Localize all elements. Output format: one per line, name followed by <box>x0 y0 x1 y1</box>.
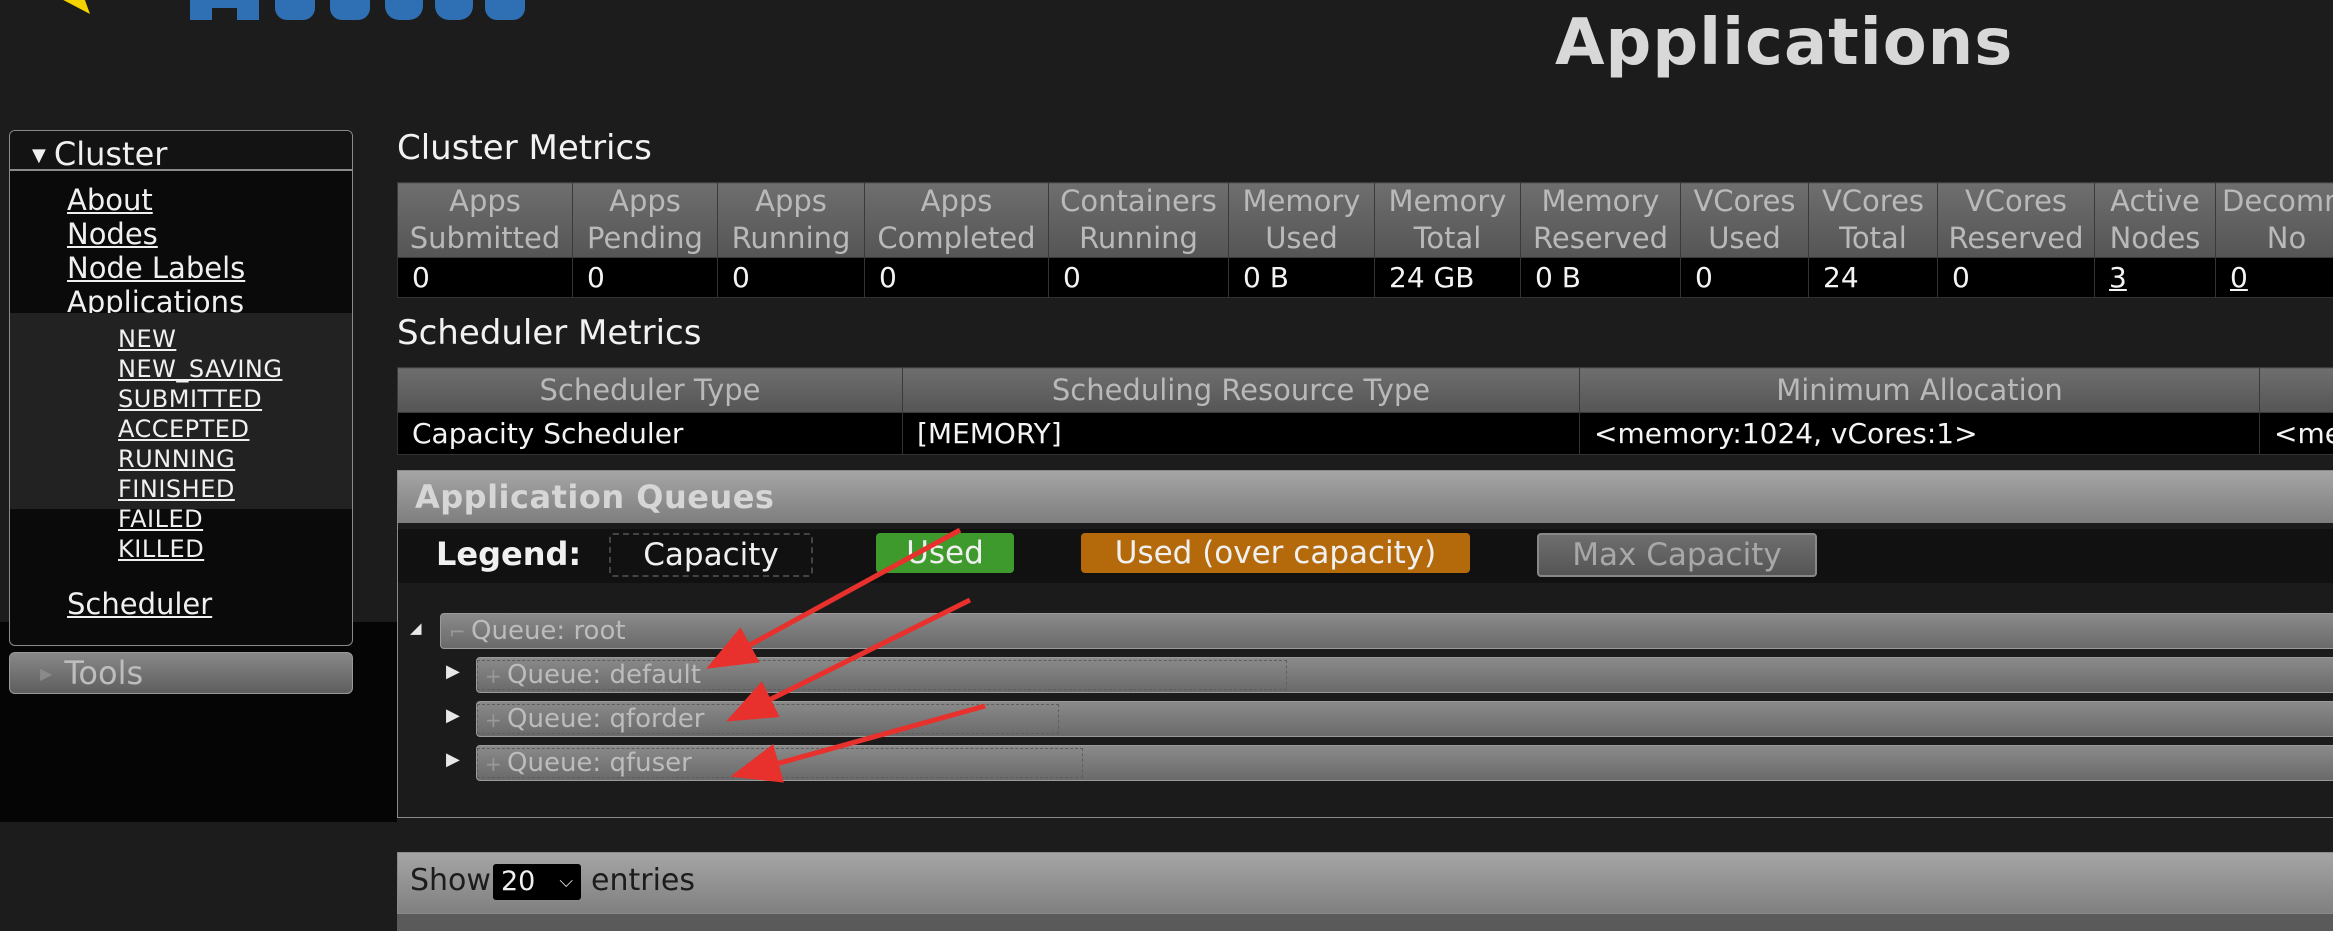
value-apps-running: 0 <box>717 257 865 298</box>
scheduler-metrics-table: Scheduler Type Scheduling Resource Type … <box>397 367 2333 455</box>
nav-link-about[interactable]: About <box>67 183 153 217</box>
hadoop-logo <box>63 0 525 20</box>
value-minimum-allocation: <memory:1024, vCores:1> <box>1579 412 2260 455</box>
entries-per-page-select[interactable]: 20 ⌵ <box>493 864 581 900</box>
col-header-vcores-total[interactable]: VCores Total <box>1808 182 1938 258</box>
queue-bar-default[interactable]: + Queue: default <box>476 657 2333 693</box>
col-header-apps-completed[interactable]: Apps Completed <box>864 182 1049 258</box>
triangle-right-icon: ▶ <box>40 664 53 683</box>
queue-bar-root[interactable]: ⌐ Queue: root <box>440 613 2333 649</box>
tools-nav-label: Tools <box>64 654 144 692</box>
queue-bar-qforder[interactable]: + Queue: qforder <box>476 701 2333 737</box>
triangle-down-icon: ▼ <box>32 145 46 166</box>
queue-row-qforder[interactable]: ▶ + Queue: qforder <box>398 701 2333 737</box>
value-decommissioned-nodes: 0 <box>2215 257 2333 298</box>
legend-capacity: Capacity <box>609 533 813 577</box>
scheduler-metrics-header-row: Scheduler Type Scheduling Resource Type … <box>397 367 2333 413</box>
value-containers-running: 0 <box>1048 257 1229 298</box>
col-header-scheduler-type[interactable]: Scheduler Type <box>397 367 903 413</box>
col-header-maximum-allocation[interactable] <box>2259 367 2333 413</box>
queue-row-qfuser[interactable]: ▶ + Queue: qfuser <box>398 745 2333 781</box>
value-scheduler-type: Capacity Scheduler <box>397 412 903 455</box>
value-memory-reserved: 0 B <box>1520 257 1681 298</box>
app-state-accepted[interactable]: ACCEPTED <box>118 415 249 443</box>
legend-over-capacity: Used (over capacity) <box>1081 533 1470 573</box>
cluster-metrics-title: Cluster Metrics <box>397 128 652 168</box>
application-queues-title: Application Queues <box>398 471 2333 523</box>
app-state-new[interactable]: NEW <box>118 325 176 353</box>
col-header-vcores-reserved[interactable]: VCores Reserved <box>1937 182 2095 258</box>
value-vcores-reserved: 0 <box>1937 257 2095 298</box>
nav-link-scheduler[interactable]: Scheduler <box>67 587 212 621</box>
entries-per-page-value: 20 <box>501 866 536 897</box>
legend-max-capacity: Max Capacity <box>1537 533 1817 577</box>
tree-collapsed-icon[interactable]: ▶ <box>446 749 460 770</box>
tools-nav-panel[interactable]: ▶ Tools <box>9 652 353 694</box>
col-header-apps-running[interactable]: Apps Running <box>717 182 865 258</box>
col-header-minimum-allocation[interactable]: Minimum Allocation <box>1579 367 2260 413</box>
queue-label-root: Queue: root <box>471 616 626 646</box>
app-state-finished[interactable]: FINISHED <box>118 475 235 503</box>
nav-link-nodes[interactable]: Nodes <box>67 217 158 251</box>
tree-collapsed-icon[interactable]: ▶ <box>446 661 460 682</box>
col-header-scheduling-resource-type[interactable]: Scheduling Resource Type <box>902 367 1580 413</box>
value-apps-pending: 0 <box>572 257 718 298</box>
queue-legend: Legend: Capacity Used Used (over capacit… <box>398 529 2333 583</box>
decommissioned-nodes-link[interactable]: 0 <box>2230 261 2248 294</box>
value-scheduling-resource-type: [MEMORY] <box>902 412 1580 455</box>
value-maximum-allocation: <me <box>2259 412 2333 455</box>
active-nodes-link[interactable]: 3 <box>2109 261 2127 294</box>
application-queues-panel: Application Queues Legend: Capacity Used… <box>397 470 2333 818</box>
entries-show-label: Show <box>410 863 491 898</box>
entries-toolbar: Show 20 ⌵ entries <box>397 852 2333 914</box>
cluster-metrics-header-row: Apps Submitted Apps Pending Apps Running Ap… <box>397 182 2333 258</box>
cluster-nav-header[interactable]: ▼ Cluster <box>10 131 352 173</box>
col-header-memory-used[interactable]: Memory Used <box>1228 182 1375 258</box>
value-memory-used: 0 B <box>1228 257 1375 298</box>
col-header-decommissioned-nodes[interactable]: DecommNo <box>2215 182 2333 258</box>
col-header-active-nodes[interactable]: Active Nodes <box>2094 182 2216 258</box>
tree-collapsed-icon[interactable]: ▶ <box>446 705 460 726</box>
scheduler-metrics-title: Scheduler Metrics <box>397 313 702 353</box>
app-state-killed[interactable]: KILLED <box>118 535 204 563</box>
app-state-failed[interactable]: FAILED <box>118 505 203 533</box>
value-vcores-used: 0 <box>1680 257 1809 298</box>
value-vcores-total: 24 <box>1808 257 1938 298</box>
queue-row-root[interactable]: ◢ ⌐ Queue: root <box>398 613 2333 649</box>
nav-link-node-labels[interactable]: Node Labels <box>67 251 245 285</box>
value-memory-total: 24 GB <box>1374 257 1521 298</box>
cluster-nav-label: Cluster <box>53 135 168 173</box>
app-state-submitted[interactable]: SUBMITTED <box>118 385 262 413</box>
cluster-nav-panel: ▼ Cluster About Nodes Node Labels Applica… <box>9 130 353 646</box>
scheduler-metrics-value-row: Capacity Scheduler [MEMORY] <memory:1024… <box>397 412 2333 455</box>
value-apps-completed: 0 <box>864 257 1049 298</box>
col-header-vcores-used[interactable]: VCores Used <box>1680 182 1809 258</box>
col-header-containers-running[interactable]: Containers Running <box>1048 182 1229 258</box>
queue-row-default[interactable]: ▶ + Queue: default <box>398 657 2333 693</box>
tree-expanded-icon[interactable]: ◢ <box>410 619 422 637</box>
value-apps-submitted: 0 <box>397 257 573 298</box>
applications-table-header-strip <box>397 914 2333 931</box>
entries-suffix-label: entries <box>591 863 695 898</box>
col-header-memory-reserved[interactable]: Memory Reserved <box>1520 182 1681 258</box>
value-active-nodes: 3 <box>2094 257 2216 298</box>
col-header-apps-pending[interactable]: Apps Pending <box>572 182 718 258</box>
cluster-metrics-table: Apps Submitted Apps Pending Apps Running Ap… <box>397 182 2333 298</box>
app-state-running[interactable]: RUNNING <box>118 445 235 473</box>
app-state-new-saving[interactable]: NEW_SAVING <box>118 355 282 383</box>
queue-bar-qfuser[interactable]: + Queue: qfuser <box>476 745 2333 781</box>
chevron-down-icon: ⌵ <box>559 871 573 892</box>
queue-icon: ⌐ <box>449 620 466 644</box>
cluster-metrics-value-row: 0 0 0 0 0 0 B 24 GB 0 B 0 24 0 3 0 <box>397 257 2333 298</box>
queue-capacity-marker <box>477 704 1059 734</box>
col-header-memory-total[interactable]: Memory Total <box>1374 182 1521 258</box>
legend-label: Legend: <box>436 535 582 573</box>
page-title: Applications <box>1555 6 2014 80</box>
legend-used: Used <box>876 533 1014 573</box>
queue-capacity-marker <box>477 660 1287 690</box>
queue-capacity-marker <box>477 748 1083 778</box>
col-header-apps-submitted[interactable]: Apps Submitted <box>397 182 573 258</box>
